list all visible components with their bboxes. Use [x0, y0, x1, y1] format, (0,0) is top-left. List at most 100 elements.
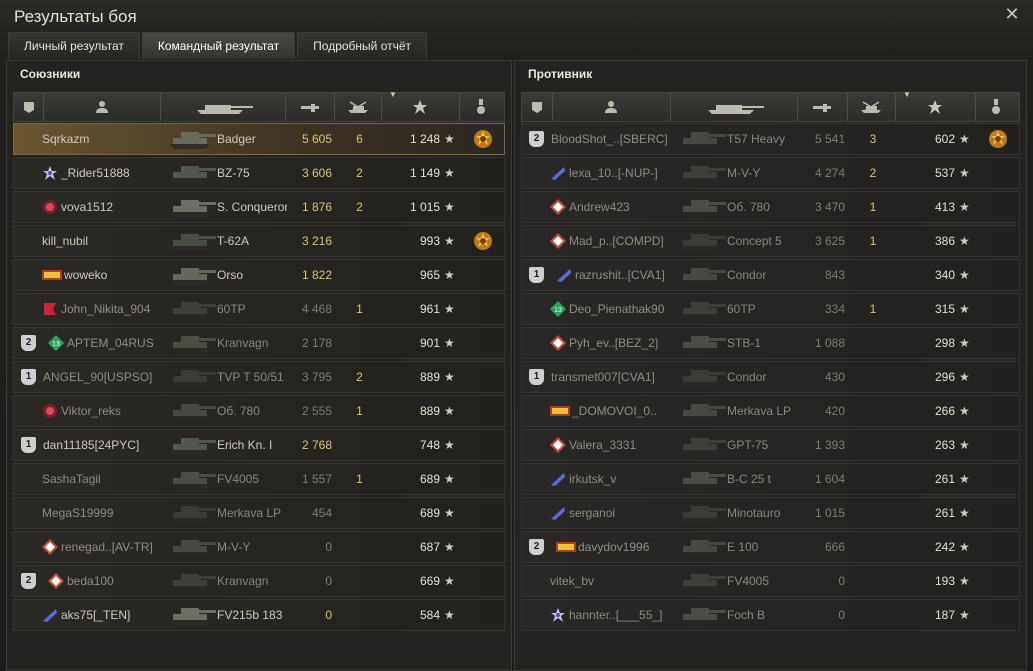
damage-value: 1 557	[301, 472, 332, 486]
kills-value: 2	[356, 370, 363, 384]
tank-icon[interactable]	[670, 93, 798, 121]
squad-icon[interactable]	[522, 93, 553, 121]
player-name[interactable]: _DOMOVOI_0..	[572, 396, 671, 426]
player-name[interactable]: beda100	[67, 566, 161, 596]
kills-value	[336, 226, 383, 256]
player-row[interactable]: Sqrkazm Badger 5 605 6 1 248 ★	[13, 123, 505, 155]
exp-star-icon[interactable]: ▼	[381, 90, 460, 121]
player-name[interactable]: razrushit..[CVA1]	[575, 260, 671, 290]
player-name[interactable]: transmet007[CVA1]	[551, 362, 671, 392]
tab-detailed-report[interactable]: Подробный отчёт	[297, 32, 428, 59]
player-name[interactable]: irkutsk_v	[569, 464, 671, 494]
tank-image-icon	[677, 160, 727, 186]
player-row[interactable]: John_Nikita_904 60TP 4 468 1 961 ★	[13, 293, 505, 325]
player-row[interactable]: 2 beda100 Kranvagn 0 669 ★	[13, 565, 505, 597]
kills-value	[336, 498, 383, 528]
player-name[interactable]: vitek_bv	[550, 566, 671, 596]
player-row[interactable]: 1 razrushit..[CVA1] Condor 843 340 ★	[521, 259, 1020, 291]
player-name[interactable]: Deo_Pienathak90	[569, 294, 671, 324]
player-row[interactable]: 13 Deo_Pienathak90 60TP 334 1 315 ★	[521, 293, 1020, 325]
experience-value: 386	[934, 234, 955, 248]
player-row[interactable]: vitek_bv FV4005 0 193 ★	[521, 565, 1020, 597]
player-row[interactable]: 1 dan11185[24PYC] Erich Kn. I 2 768 748 ★	[13, 429, 505, 461]
player-name[interactable]: _Rider51888	[61, 158, 161, 188]
player-name[interactable]: Viktor_reks	[61, 396, 161, 426]
tank-icon[interactable]	[160, 93, 286, 121]
player-row[interactable]: 2 BloodShot_..[SBERC] T57 Heavy 5 541 3 602 ★	[521, 123, 1020, 155]
experience-value: 748	[419, 438, 440, 452]
tank-image-icon	[677, 262, 727, 288]
player-row[interactable]: irkutsk_v B-C 25 t 1 604 261 ★	[521, 463, 1020, 495]
player-name[interactable]: vova1512	[61, 192, 161, 222]
medal-icon[interactable]	[472, 230, 494, 252]
player-row[interactable]: renegad..[AV-TR] M-V-Y 0 687 ★	[13, 531, 505, 563]
damage-icon[interactable]	[285, 93, 335, 121]
close-icon[interactable]: ✕	[1003, 5, 1021, 23]
medal-icon[interactable]	[472, 128, 494, 150]
damage-icon[interactable]	[797, 93, 848, 121]
player-row[interactable]: 2 13 APTEM_04RUS Kranvagn 2 178 901 ★	[13, 327, 505, 359]
player-name[interactable]: lexa_10..[-NUP-]	[569, 158, 671, 188]
medal-icon[interactable]	[975, 93, 1017, 121]
tank-image-icon	[677, 466, 727, 492]
player-name[interactable]: Pyh_ev..[BEZ_2]	[569, 328, 671, 358]
player-row[interactable]: _DOMOVOI_0.. Merkava LP 420 266 ★	[521, 395, 1020, 427]
clan-badge-icon	[556, 539, 576, 555]
player-row[interactable]: serganoi Minotauro 1 015 261 ★	[521, 497, 1020, 529]
player-row[interactable]: lexa_10..[-NUP-] M-V-Y 4 274 2 537 ★	[521, 157, 1020, 189]
kills-icon[interactable]	[847, 93, 896, 121]
player-row[interactable]: kill_nubil T-62A 3 216 993 ★	[13, 225, 505, 257]
player-name[interactable]: MegaS19999	[42, 498, 161, 528]
player-row[interactable]: 1 transmet007[CVA1] Condor 430 296 ★	[521, 361, 1020, 393]
player-name[interactable]: woweko	[64, 260, 161, 290]
player-row[interactable]: woweko Orso 1 822 965 ★	[13, 259, 505, 291]
player-name[interactable]: John_Nikita_904	[61, 294, 161, 324]
damage-value: 3 606	[301, 166, 332, 180]
platoon-badge: 2	[529, 131, 544, 147]
player-name[interactable]: aks75[_TEN]	[61, 600, 161, 630]
player-name[interactable]: Valera_3331	[569, 430, 671, 460]
player-name[interactable]: SashaTagil	[42, 464, 161, 494]
medal-icon[interactable]	[459, 93, 502, 121]
player-name[interactable]: hannter..[___55_]	[569, 600, 671, 630]
player-name[interactable]: BloodShot_..[SBERC]	[551, 124, 671, 154]
medal-icon[interactable]	[987, 128, 1009, 150]
player-row[interactable]: vova1512 S. Conqueror 1 876 2 1 015 ★	[13, 191, 505, 223]
squad-icon[interactable]	[14, 93, 44, 121]
player-name[interactable]: ANGEL_90[USPSO]	[43, 362, 161, 392]
player-name[interactable]: davydov1996	[578, 532, 671, 562]
player-name[interactable]: kill_nubil	[42, 226, 161, 256]
player-name[interactable]: APTEM_04RUS	[67, 328, 161, 358]
exp-star-icon[interactable]: ▼	[895, 90, 976, 121]
kills-icon[interactable]	[334, 93, 382, 121]
kills-value: 6	[356, 132, 363, 146]
player-row[interactable]: Viktor_reks Об. 780 2 555 1 889 ★	[13, 395, 505, 427]
player-icon[interactable]	[552, 93, 671, 121]
player-name[interactable]: Mad_p..[COMPD]	[569, 226, 671, 256]
player-row[interactable]: 2 davydov1996 E 100 666 242 ★	[521, 531, 1020, 563]
kills-value	[849, 566, 897, 596]
kills-value: 2	[356, 166, 363, 180]
player-name[interactable]: serganoi	[569, 498, 671, 528]
player-row[interactable]: Andrew423 Об. 780 3 470 1 413 ★	[521, 191, 1020, 223]
player-row[interactable]: Pyh_ev..[BEZ_2] STB-1 1 088 298 ★	[521, 327, 1020, 359]
player-name[interactable]: renegad..[AV-TR]	[61, 532, 161, 562]
player-row[interactable]: Mad_p..[COMPD] Concept 5 3 625 1 386 ★	[521, 225, 1020, 257]
player-name[interactable]: Sqrkazm	[42, 124, 161, 154]
damage-value: 0	[325, 574, 332, 588]
player-row[interactable]: MegaS19999 Merkava LP 454 689 ★	[13, 497, 505, 529]
player-name[interactable]: dan11185[24PYC]	[43, 430, 161, 460]
exp-star-icon: ★	[444, 472, 455, 486]
player-row[interactable]: Valera_3331 GPT-75 1 393 263 ★	[521, 429, 1020, 461]
player-icon[interactable]	[43, 93, 161, 121]
player-row[interactable]: 1 ANGEL_90[USPSO] TVP T 50/51 3 795 2 889 ★	[13, 361, 505, 393]
tank-image-icon	[167, 126, 217, 152]
player-name[interactable]: Andrew423	[569, 192, 671, 222]
player-row[interactable]: _Rider51888 BZ-75 3 606 2 1 149 ★	[13, 157, 505, 189]
tab-personal-result[interactable]: Личный результат	[8, 32, 140, 59]
tab-team-result[interactable]: Командный результат	[141, 32, 296, 59]
player-row[interactable]: SashaTagil FV4005 1 557 1 689 ★	[13, 463, 505, 495]
player-row[interactable]: hannter..[___55_] Foch B 0 187 ★	[521, 599, 1020, 631]
exp-star-icon: ★	[444, 574, 455, 588]
player-row[interactable]: aks75[_TEN] FV215b 183 0 584 ★	[13, 599, 505, 631]
